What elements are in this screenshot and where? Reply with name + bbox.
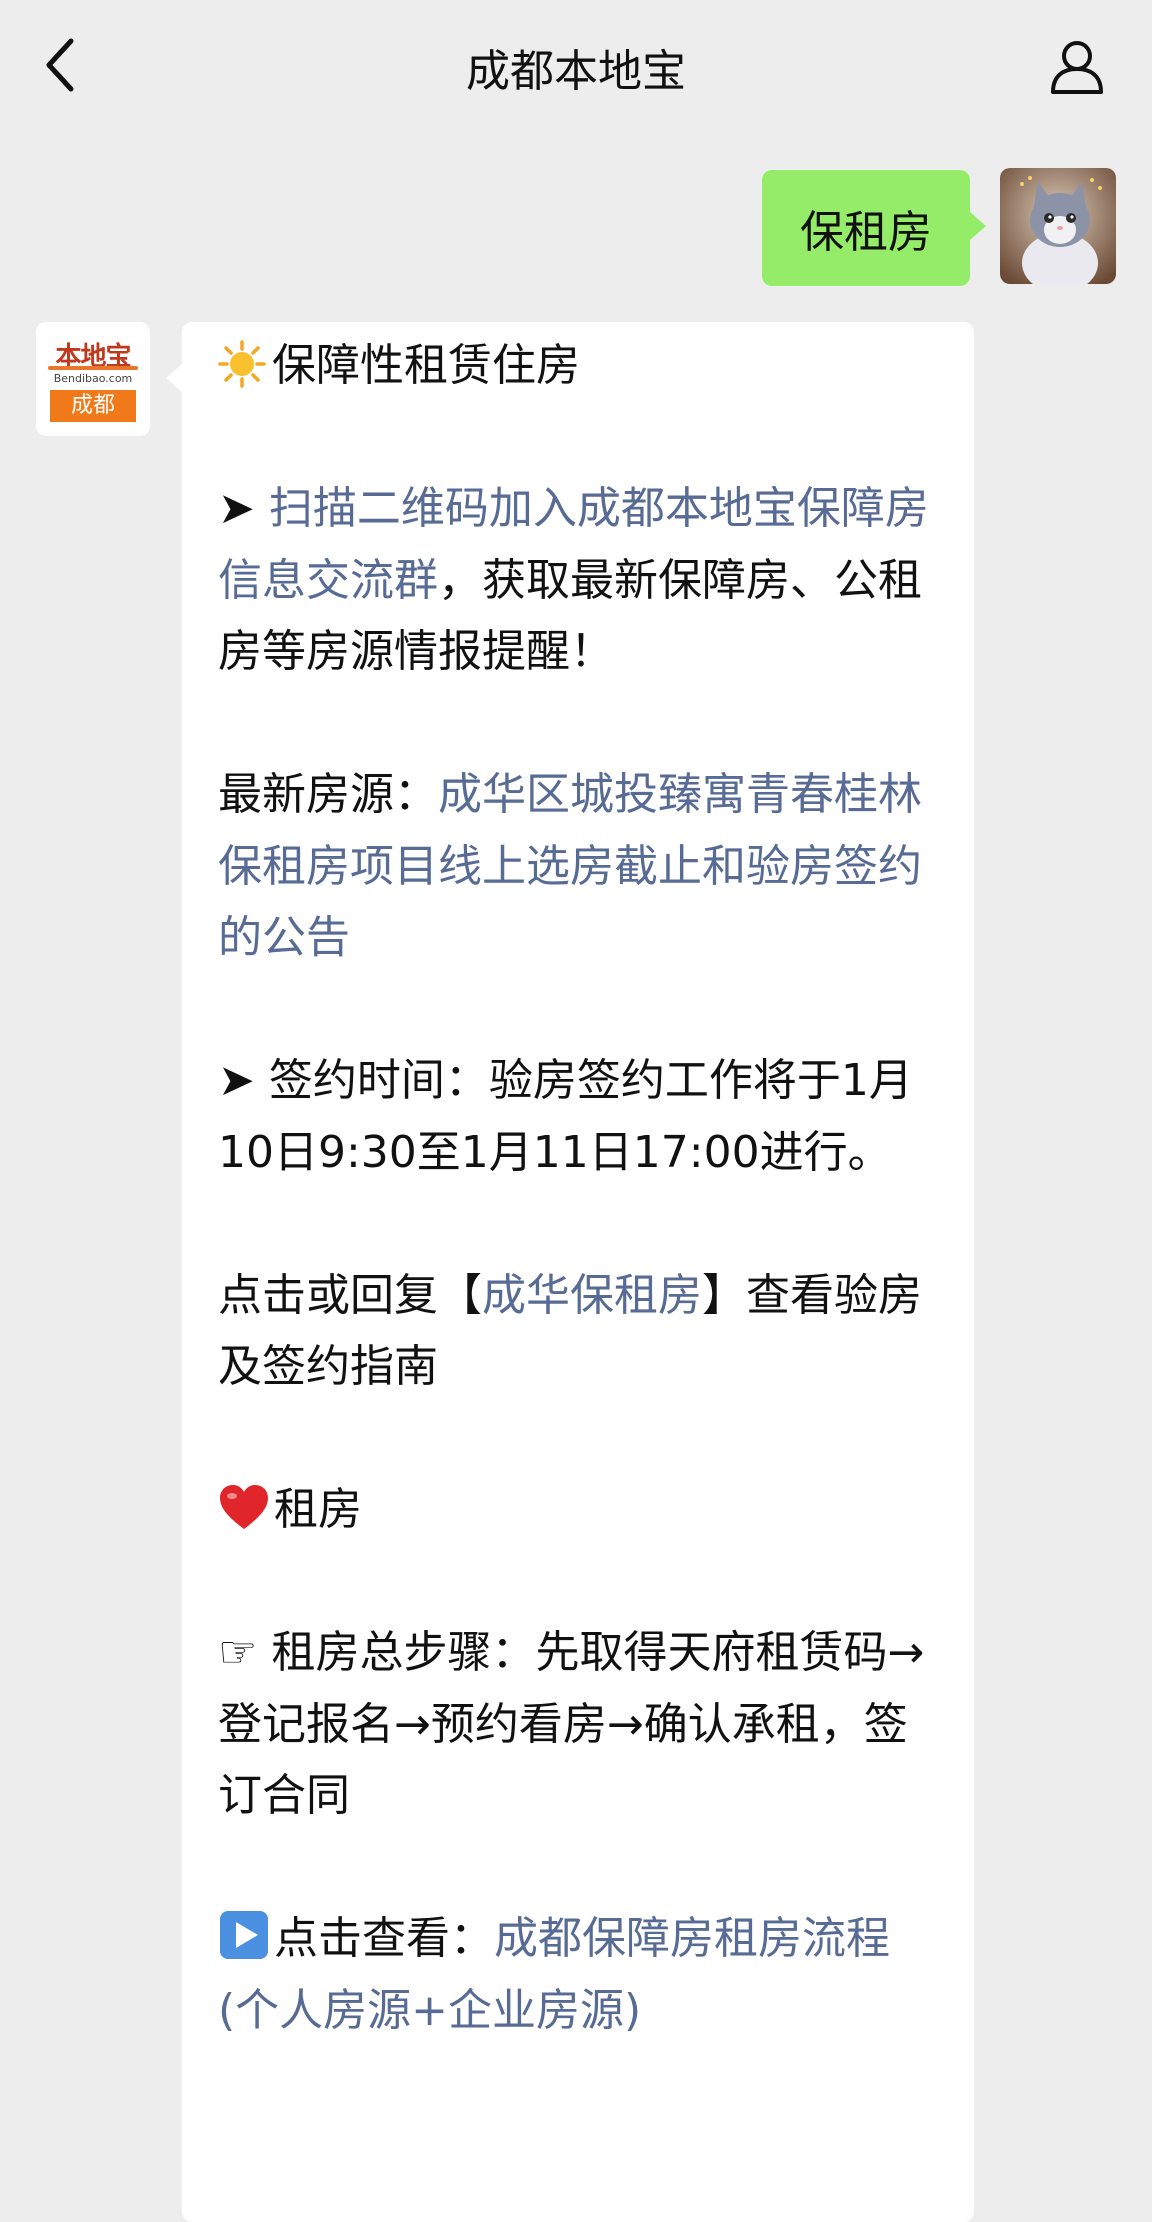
user-profile-icon [1051,41,1103,94]
sun-emoji-icon [218,340,266,388]
profile-button[interactable] [1042,28,1112,104]
arrow-bullet: ➤ [218,483,255,534]
chat-title: 成都本地宝 [466,46,686,97]
logo-city: 成都 [50,390,136,422]
section-title-renting: 租房 [218,1474,938,1546]
view-process-paragraph: 点击查看：成都保障房租房流程(个人房源+企业房源) [218,1903,938,2046]
bot-avatar[interactable]: 本地宝 Bendibao.com 成都 [36,322,150,436]
section-title-text: 租房 [274,1484,362,1535]
guide-paragraph: 点击或回复【成华保租房】查看验房及签约指南 [218,1260,938,1403]
sign-time-paragraph: ➤ 签约时间：验房签约工作将于1月10日9:30至1月11日17:00进行。 [218,1045,938,1188]
guide-prefix: 点击或回复【 [218,1269,482,1321]
rent-steps-paragraph: ☞ 租房总步骤：先取得天府租赁码→登记报名→预约看房→确认承租，签订合同 [218,1617,938,1832]
logo-domain: Bendibao.com [53,372,133,385]
cat-avatar-image [1000,168,1116,284]
section-title-affordable-housing: 保障性租赁住房 [218,330,938,402]
rent-steps-text: 租房总步骤：先取得天府租赁码→登记报名→预约看房→确认承租，签订合同 [218,1627,925,1821]
message-content: 保障性租赁住房 ➤ 扫描二维码加入成都本地宝保障房信息交流群，获取最新保障房、公… [218,330,938,2046]
section-title-text: 保障性租赁住房 [272,340,580,391]
latest-label: 最新房源： [218,769,438,820]
sent-message-bubble[interactable]: 保租房 [762,170,986,286]
play-button-emoji-icon [220,1911,268,1959]
guide-keyword-link[interactable]: 成华保租房 [482,1270,702,1321]
sign-time-text: 签约时间：验房签约工作将于1月10日9:30至1月11日17:00进行。 [218,1055,913,1178]
sent-message-text: 保租房 [800,207,932,258]
top-bar: 成都本地宝 [0,0,1152,134]
pointing-hand-icon: ☞ [218,1627,258,1678]
heart-emoji-icon [220,1485,268,1529]
join-group-paragraph: ➤ 扫描二维码加入成都本地宝保障房信息交流群，获取最新保障房、公租房等房源情报提… [218,473,938,688]
logo-arc [48,366,138,370]
latest-listing-paragraph: 最新房源：成华区城投臻寓青春桂林保租房项目线上选房截止和验房签约的公告 [218,759,938,974]
view-prefix: 点击查看： [274,1913,494,1964]
self-avatar[interactable] [1000,168,1116,284]
received-message-bubble[interactable]: 保障性租赁住房 ➤ 扫描二维码加入成都本地宝保障房信息交流群，获取最新保障房、公… [166,322,974,2222]
arrow-bullet: ➤ [218,1055,255,1106]
